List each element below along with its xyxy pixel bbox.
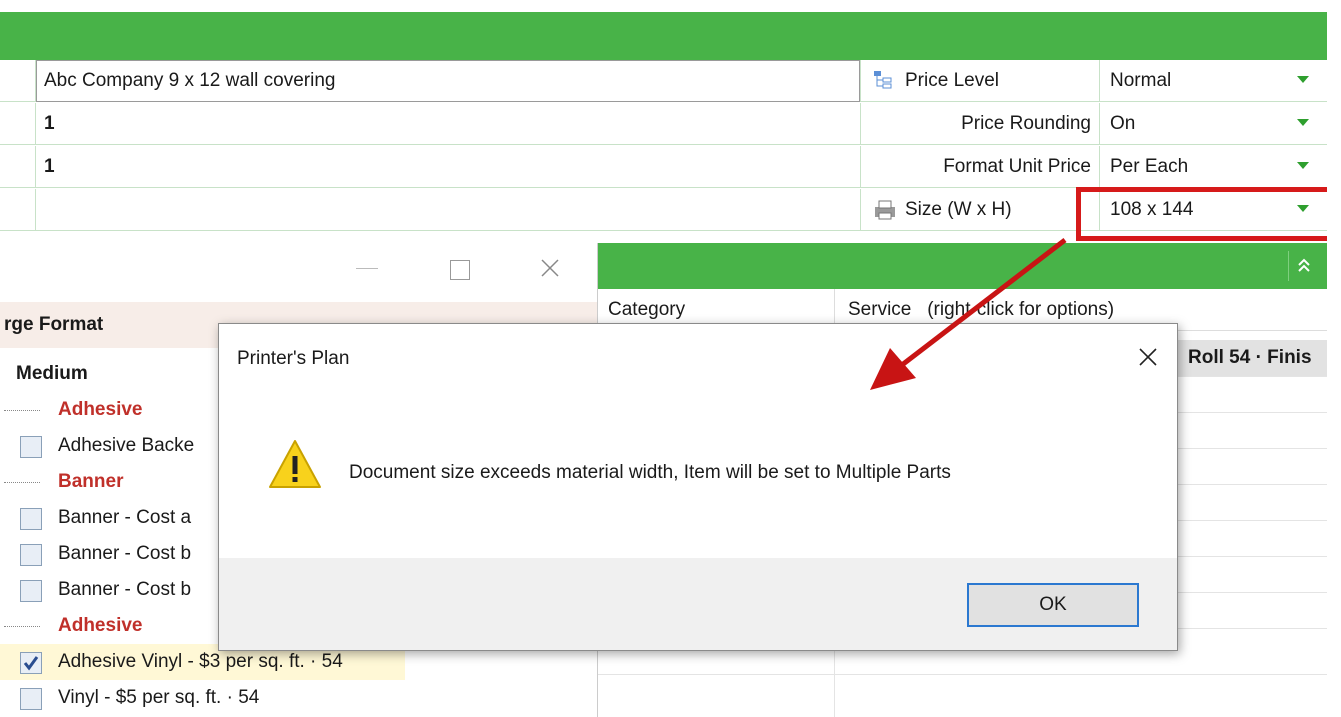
annotation-arrow-icon (870, 238, 1067, 390)
size-label: Size (W x H) (905, 198, 1012, 220)
field-row-2[interactable]: 1 (0, 103, 860, 145)
price-level-value: Normal (1110, 69, 1172, 91)
price-rounding-select[interactable]: On (1100, 103, 1327, 144)
checkbox[interactable] (20, 544, 42, 566)
grid-row-fragment-text: Roll 54 · Finis (1188, 347, 1312, 368)
tree-connector (4, 626, 40, 627)
tree-item[interactable]: Vinyl - $5 per sq. ft. · 54 (0, 680, 598, 716)
window-titlebar (0, 240, 598, 300)
checkbox-checked[interactable] (20, 652, 42, 674)
row-gutter (0, 103, 36, 144)
close-icon[interactable] (536, 254, 564, 282)
row-gutter (0, 146, 36, 187)
price-level-label-cell: Price Level (860, 60, 1100, 101)
price-rounding-value: On (1110, 112, 1136, 134)
ok-button[interactable]: OK (967, 583, 1139, 627)
printer-icon (873, 199, 897, 221)
section-label: Adhesive (58, 615, 143, 636)
item-label: Vinyl - $5 per sq. ft. · 54 (58, 687, 260, 708)
property-row-format-unit-price[interactable]: Format Unit Price Per Each (860, 146, 1327, 188)
item-label: Adhesive Vinyl - $3 per sq. ft. · 54 (58, 651, 343, 672)
top-green-band (0, 12, 1327, 60)
format-unit-price-label: Format Unit Price (943, 155, 1091, 177)
dialog-title: Printer's Plan (237, 348, 350, 369)
item-label: Banner - Cost a (58, 507, 192, 528)
field-row-description: Abc Company 9 x 12 wall covering (0, 60, 860, 102)
description-value: Abc Company 9 x 12 wall covering (44, 69, 336, 91)
chevron-down-icon (1297, 162, 1309, 169)
property-row-price-level[interactable]: Price Level Normal (860, 60, 1327, 102)
price-level-select[interactable]: Normal (1100, 60, 1327, 101)
dialog-footer: OK (219, 558, 1177, 650)
checkbox[interactable] (20, 508, 42, 530)
grid-row-line (598, 674, 1327, 675)
field-row-2-value: 1 (44, 112, 55, 134)
row-gutter (0, 60, 36, 101)
format-unit-price-label-cell: Format Unit Price (860, 146, 1100, 187)
section-label: Banner (58, 471, 124, 492)
tree-connector (4, 410, 40, 411)
item-label: Banner - Cost b (58, 543, 192, 564)
chevron-double-up-icon[interactable] (1288, 251, 1319, 281)
highlight-box (1076, 187, 1336, 241)
tree-connector (4, 482, 40, 483)
grid-row-fragment[interactable]: Roll 54 · Finis (1178, 340, 1327, 376)
size-label-cell: Size (W x H) (860, 189, 1100, 230)
field-row-3[interactable]: 1 (0, 146, 860, 188)
close-icon[interactable] (1135, 344, 1161, 370)
ok-button-label: OK (1039, 594, 1067, 615)
warning-icon (267, 438, 323, 490)
checkbox[interactable] (20, 688, 42, 710)
section-label: Adhesive (58, 399, 143, 420)
row-gutter (0, 189, 36, 230)
maximize-icon[interactable] (450, 260, 470, 280)
checkbox[interactable] (20, 436, 42, 458)
item-label: Banner - Cost b (58, 579, 192, 600)
field-row-4[interactable] (0, 189, 860, 231)
format-unit-price-value: Per Each (1110, 155, 1189, 177)
property-row-price-rounding[interactable]: Price Rounding On (860, 103, 1327, 145)
chevron-down-icon (1297, 76, 1309, 83)
dialog-message: Document size exceeds material width, It… (349, 462, 951, 483)
item-label: Adhesive Backe (58, 435, 195, 456)
field-row-3-value: 1 (44, 155, 55, 177)
right-edge (1327, 0, 1341, 717)
group-label: Medium (16, 363, 88, 384)
column-header-category[interactable]: Category (608, 299, 685, 321)
checkbox[interactable] (20, 580, 42, 602)
chevron-down-icon (1297, 119, 1309, 126)
price-rounding-label-cell: Price Rounding (860, 103, 1100, 144)
tree-icon (873, 70, 893, 90)
minimize-icon[interactable] (356, 268, 378, 269)
panel-header-label: rge Format (4, 314, 104, 335)
price-level-label: Price Level (905, 69, 999, 91)
price-rounding-label: Price Rounding (961, 112, 1091, 134)
format-unit-price-select[interactable]: Per Each (1100, 146, 1327, 187)
